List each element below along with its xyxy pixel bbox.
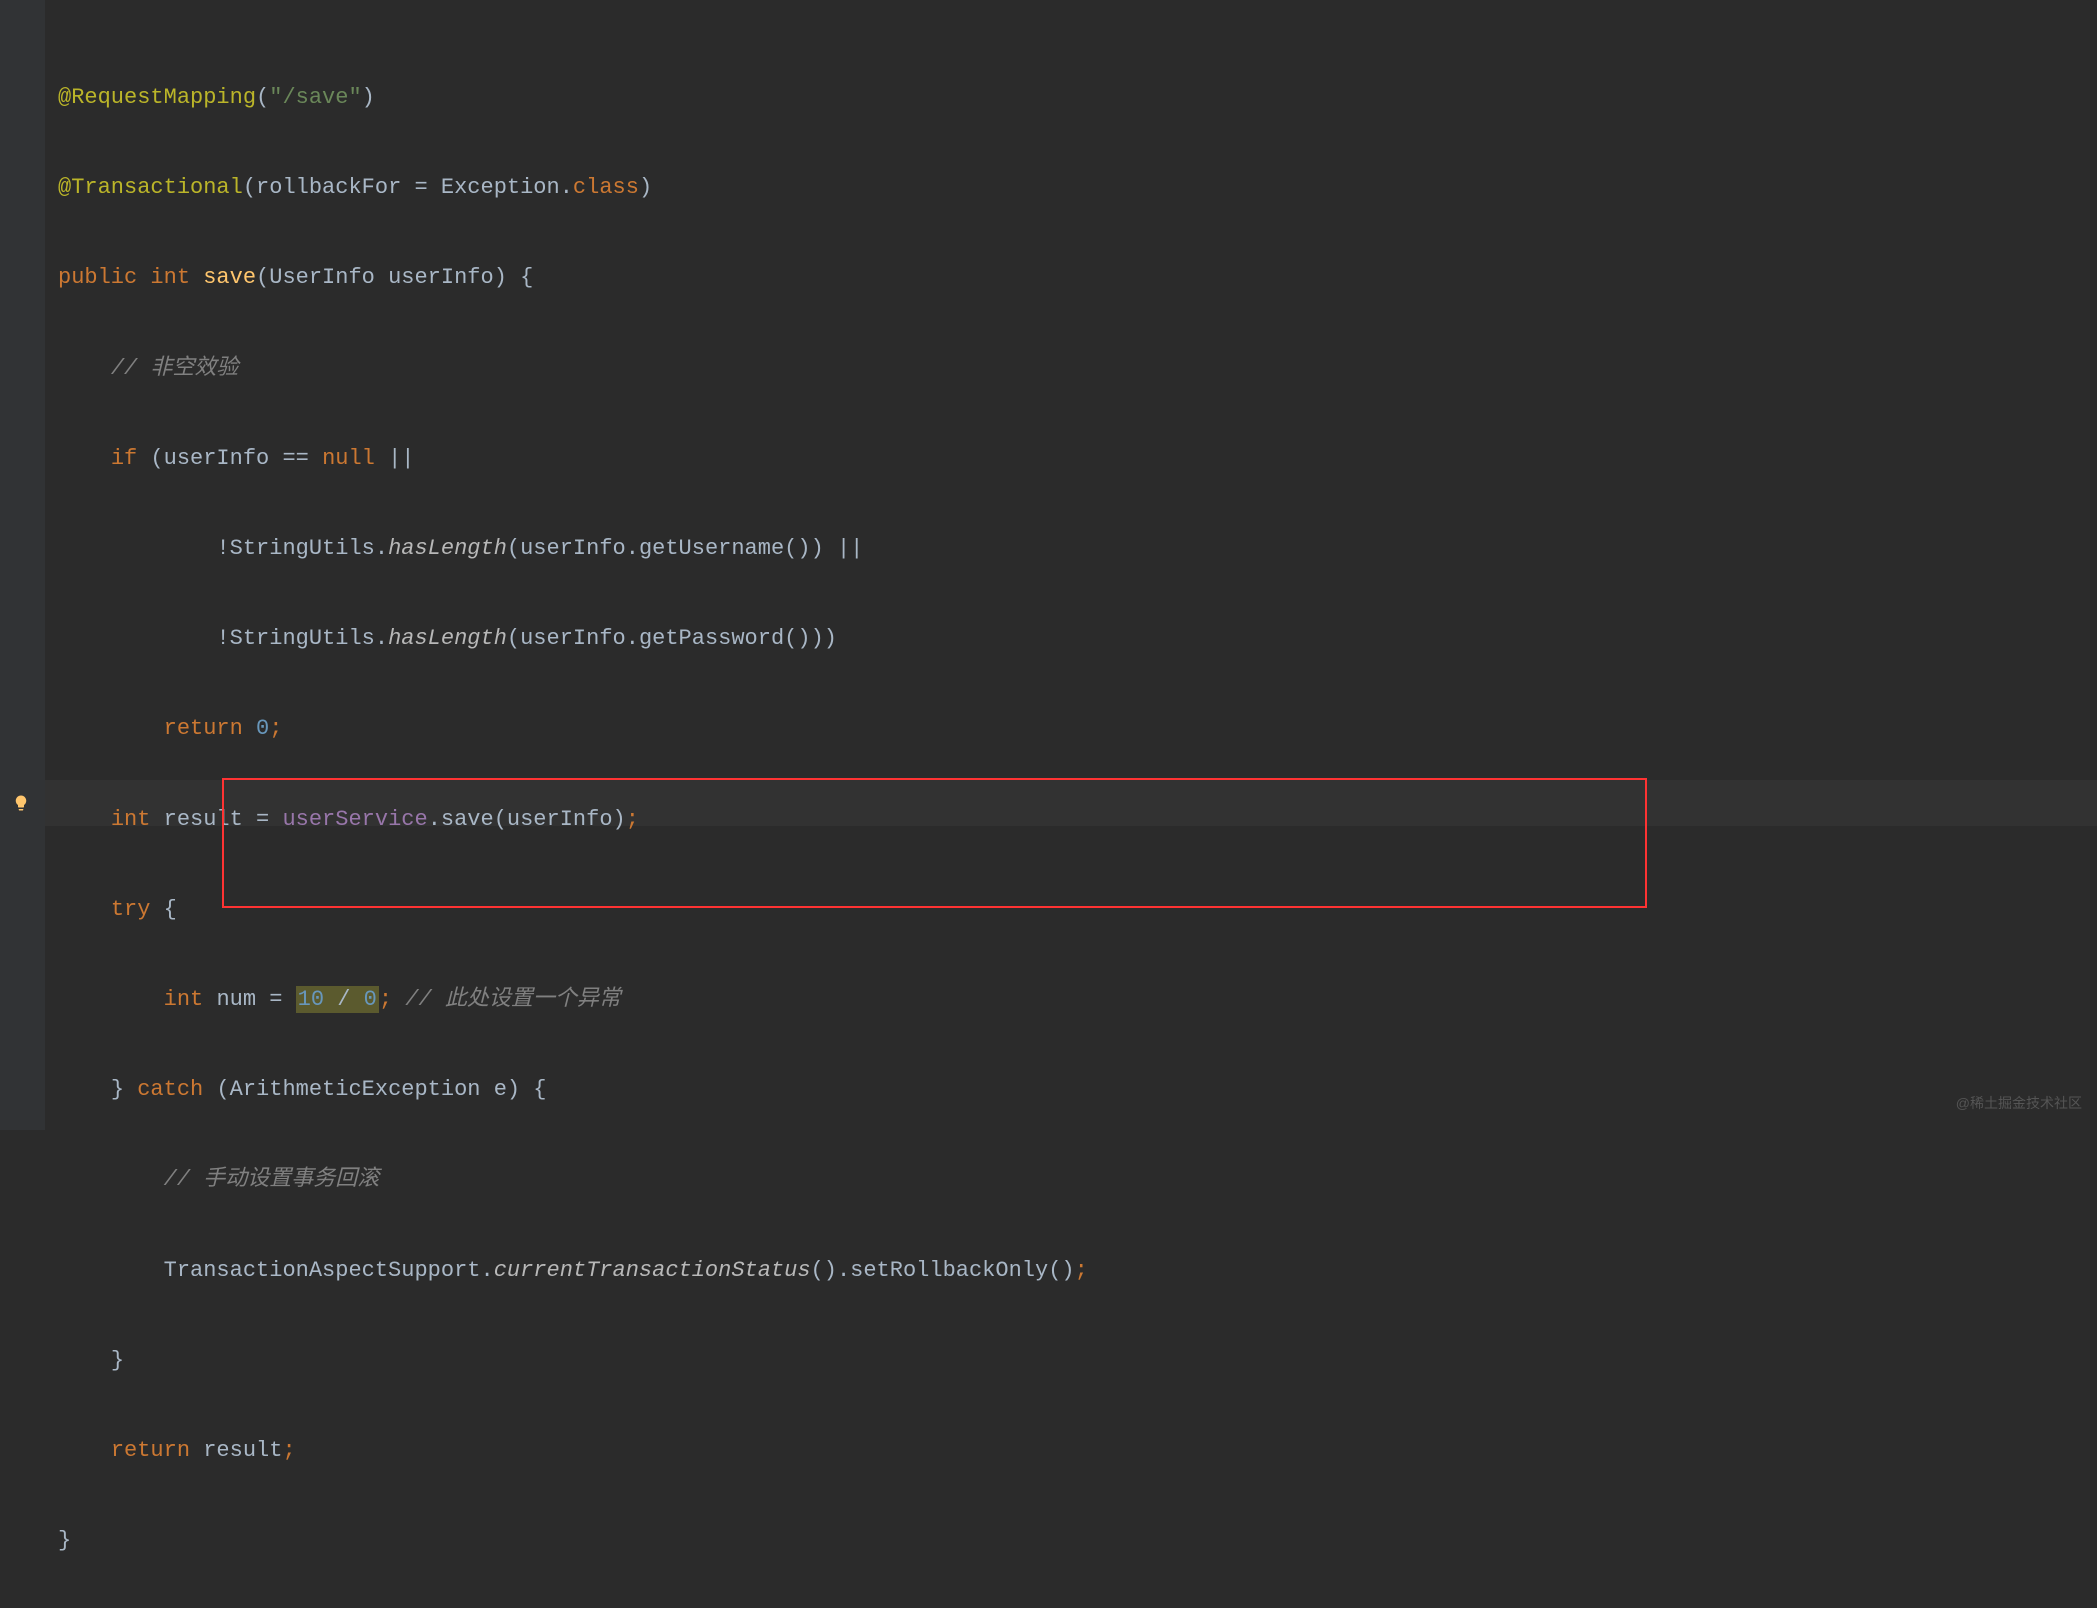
code-line[interactable]: if (userInfo == null || xyxy=(58,436,1088,481)
code-line[interactable]: } xyxy=(58,1338,1088,1383)
intention-bulb-icon[interactable] xyxy=(12,784,30,802)
code-line[interactable]: !StringUtils.hasLength(userInfo.getUsern… xyxy=(58,526,1088,571)
code-line[interactable]: // 非空效验 xyxy=(58,346,1088,391)
watermark-text: @稀土掘金技术社区 xyxy=(1956,1089,2082,1118)
annotation: @Transactional xyxy=(58,175,243,200)
string-literal: "/save" xyxy=(269,85,361,110)
code-line[interactable]: int result = userService.save(userInfo); xyxy=(58,797,1088,842)
comment: // 此处设置一个异常 xyxy=(392,987,621,1012)
code-line[interactable]: try { xyxy=(58,887,1088,932)
code-line[interactable]: } catch (ArithmeticException e) { xyxy=(58,1067,1088,1112)
comment: // 手动设置事务回滚 xyxy=(164,1167,380,1192)
code-line[interactable]: @Transactional(rollbackFor = Exception.c… xyxy=(58,165,1088,210)
method-name: save xyxy=(203,265,256,290)
code-line[interactable]: } xyxy=(58,1518,1088,1563)
code-line[interactable]: int num = 10 / 0; // 此处设置一个异常 xyxy=(58,977,1088,1022)
comment: // 非空效验 xyxy=(111,356,239,381)
code-line[interactable]: @RequestMapping("/save") xyxy=(58,75,1088,120)
code-line[interactable]: TransactionAspectSupport.currentTransact… xyxy=(58,1248,1088,1293)
annotation: @RequestMapping xyxy=(58,85,256,110)
code-line[interactable]: return result; xyxy=(58,1428,1088,1473)
code-editor-content[interactable]: @RequestMapping("/save") @Transactional(… xyxy=(58,30,1088,1608)
code-line[interactable]: // 手动设置事务回滚 xyxy=(58,1157,1088,1202)
code-line[interactable]: !StringUtils.hasLength(userInfo.getPassw… xyxy=(58,616,1088,661)
code-line[interactable]: return 0; xyxy=(58,706,1088,751)
highlighted-expression: 10 / 0 xyxy=(296,986,379,1013)
code-line[interactable]: public int save(UserInfo userInfo) { xyxy=(58,255,1088,300)
editor-gutter xyxy=(0,0,45,1130)
